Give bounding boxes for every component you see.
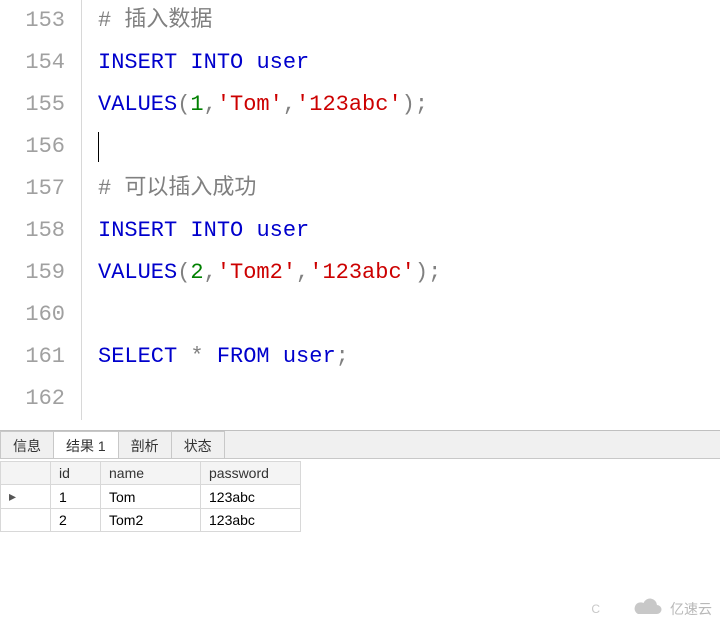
line-number: 154 (0, 42, 82, 84)
code-content[interactable]: # 插入数据 (82, 0, 720, 42)
cell-name[interactable]: Tom (101, 485, 201, 509)
cell-name[interactable]: Tom2 (101, 509, 201, 532)
line-number: 153 (0, 0, 82, 42)
tab-结果 1[interactable]: 结果 1 (53, 431, 119, 458)
watermark-text: 亿速云 (670, 599, 712, 619)
sql-editor[interactable]: 153# 插入数据154INSERT INTO user155VALUES(1,… (0, 0, 720, 430)
table-row[interactable]: ▸1Tom123abc (1, 485, 301, 509)
line-number: 158 (0, 210, 82, 252)
code-line[interactable]: 156 (0, 126, 720, 168)
column-header-id[interactable]: id (51, 462, 101, 485)
line-number: 159 (0, 252, 82, 294)
line-number: 155 (0, 84, 82, 126)
tab-状态[interactable]: 状态 (171, 431, 225, 458)
table-row[interactable]: 2Tom2123abc (1, 509, 301, 532)
cell-id[interactable]: 2 (51, 509, 101, 532)
line-number: 160 (0, 294, 82, 336)
cell-password[interactable]: 123abc (201, 509, 301, 532)
code-line[interactable]: 154INSERT INTO user (0, 42, 720, 84)
code-content[interactable]: VALUES(1,'Tom','123abc'); (82, 84, 720, 126)
cloud-icon (632, 597, 664, 620)
column-header-name[interactable]: name (101, 462, 201, 485)
code-content[interactable]: SELECT * FROM user; (82, 336, 720, 378)
code-line[interactable]: 162 (0, 378, 720, 420)
code-line[interactable]: 157# 可以插入成功 (0, 168, 720, 210)
tab-剖析[interactable]: 剖析 (118, 431, 172, 458)
code-line[interactable]: 159VALUES(2,'Tom2','123abc'); (0, 252, 720, 294)
results-tabs: 信息结果 1剖析状态 (0, 431, 720, 459)
line-number: 162 (0, 378, 82, 420)
text-cursor (98, 132, 99, 162)
code-content[interactable] (82, 294, 720, 336)
code-content[interactable]: VALUES(2,'Tom2','123abc'); (82, 252, 720, 294)
code-line[interactable]: 160 (0, 294, 720, 336)
cell-password[interactable]: 123abc (201, 485, 301, 509)
code-content[interactable]: INSERT INTO user (82, 210, 720, 252)
line-number: 157 (0, 168, 82, 210)
code-line[interactable]: 158INSERT INTO user (0, 210, 720, 252)
watermark: 亿速云 (632, 597, 712, 620)
code-content[interactable] (82, 126, 720, 168)
cell-id[interactable]: 1 (51, 485, 101, 509)
row-handle[interactable]: ▸ (1, 485, 51, 509)
small-label: C (591, 602, 600, 616)
results-panel: 信息结果 1剖析状态 idnamepassword ▸1Tom123abc2To… (0, 430, 720, 532)
tab-信息[interactable]: 信息 (0, 431, 54, 458)
line-number: 156 (0, 126, 82, 168)
column-header-password[interactable]: password (201, 462, 301, 485)
code-line[interactable]: 153# 插入数据 (0, 0, 720, 42)
row-handle-header (1, 462, 51, 485)
code-content[interactable]: # 可以插入成功 (82, 168, 720, 210)
line-number: 161 (0, 336, 82, 378)
result-table[interactable]: idnamepassword ▸1Tom123abc2Tom2123abc (0, 461, 301, 532)
row-handle[interactable] (1, 509, 51, 532)
code-line[interactable]: 155VALUES(1,'Tom','123abc'); (0, 84, 720, 126)
code-content[interactable]: INSERT INTO user (82, 42, 720, 84)
code-line[interactable]: 161SELECT * FROM user; (0, 336, 720, 378)
code-content[interactable] (82, 378, 720, 420)
